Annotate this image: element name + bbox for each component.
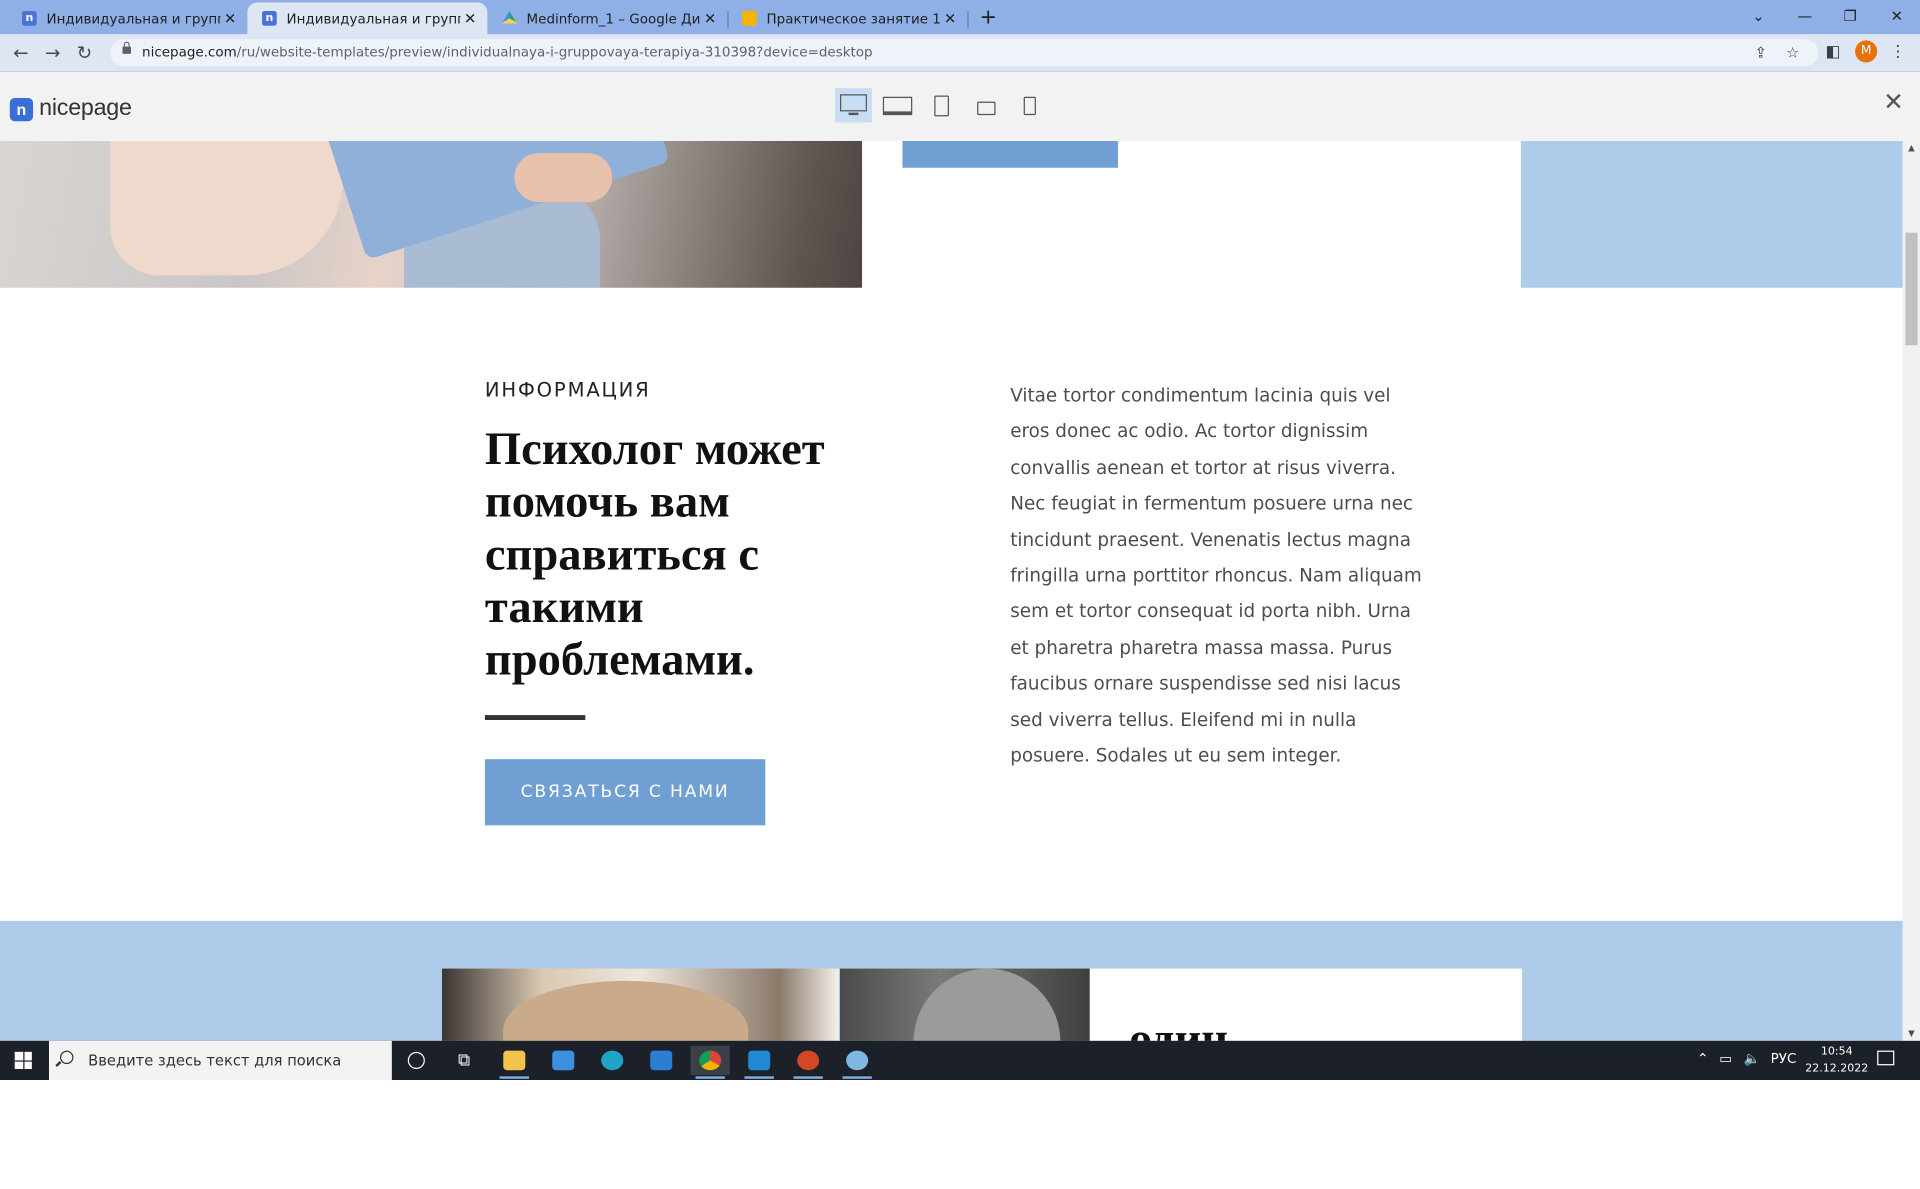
nicepage-favicon-icon: n xyxy=(22,11,37,26)
microsoft-store-icon[interactable] xyxy=(544,1046,583,1075)
bookmark-star-icon[interactable]: ☆ xyxy=(1783,43,1803,63)
browser-tab-active[interactable]: n Индивидуальная и групповая терапия ✕ xyxy=(247,2,488,35)
scroll-up-arrow-icon[interactable]: ▲ xyxy=(1903,143,1920,153)
browser-toolbar: ← → ↻ nicepage.com/ru/website-templates/… xyxy=(0,34,1920,73)
browser-tab[interactable]: n Индивидуальная и групповая терапия ✕ xyxy=(7,2,249,34)
taskbar-search-placeholder: Введите здесь текст для поиска xyxy=(88,1051,342,1069)
man-photo xyxy=(840,968,1090,1041)
preview-header: n nicepage ✕ xyxy=(0,72,1920,141)
forward-arrow-icon[interactable]: → xyxy=(39,39,66,66)
photo-hair-shape xyxy=(913,968,1061,1041)
search-icon xyxy=(60,1050,74,1065)
taskbar-search-box[interactable]: Введите здесь текст для поиска xyxy=(48,1040,392,1081)
windows-taskbar: Введите здесь текст для поиска ⧉ ⌃ ▭ 🔈 Р… xyxy=(0,1040,1920,1081)
tab-title: Индивидуальная и групповая терапия xyxy=(46,10,221,27)
network-icon[interactable]: ▭ xyxy=(1719,1051,1732,1067)
close-tab-icon[interactable]: ✕ xyxy=(700,10,720,27)
nicepage-logo[interactable]: n nicepage xyxy=(9,95,132,123)
browser-tab[interactable]: Medinform_1 – Google Диск ✕ xyxy=(487,2,729,34)
device-laptop-button[interactable] xyxy=(879,88,916,122)
new-tab-button[interactable]: + xyxy=(976,5,1000,29)
close-tab-icon[interactable]: ✕ xyxy=(220,10,240,27)
language-indicator[interactable]: РУС xyxy=(1771,1051,1797,1067)
side-panel-icon[interactable]: ◧ xyxy=(1822,42,1844,64)
desktop-monitor-icon xyxy=(840,94,867,116)
tab-separator xyxy=(967,11,969,29)
device-phone-button[interactable] xyxy=(1016,88,1043,122)
back-arrow-icon[interactable]: ← xyxy=(7,39,34,66)
profile-avatar[interactable]: M xyxy=(1855,40,1878,63)
vscode-icon[interactable] xyxy=(740,1046,779,1079)
minimize-window-icon[interactable]: — xyxy=(1782,0,1829,34)
file-explorer-icon[interactable] xyxy=(495,1046,534,1079)
nicepage-logo-mark: n xyxy=(9,97,34,121)
page-scrollbar[interactable]: ▲ ▼ xyxy=(1902,140,1920,1041)
close-preview-icon[interactable]: ✕ xyxy=(1883,87,1904,116)
nicepage-logo-text: nicepage xyxy=(39,95,132,122)
notifications-icon[interactable] xyxy=(1877,1050,1895,1066)
tablet-landscape-icon xyxy=(976,101,995,115)
google-slides-icon xyxy=(742,11,757,26)
device-tablet-landscape-button[interactable] xyxy=(972,88,999,122)
chrome-icon[interactable] xyxy=(690,1045,730,1079)
scroll-down-arrow-icon[interactable]: ▼ xyxy=(1903,1029,1920,1039)
text-card: один xyxy=(1089,968,1523,1041)
mail-icon[interactable] xyxy=(642,1046,681,1075)
lock-icon[interactable] xyxy=(122,41,132,54)
photo-face-shape xyxy=(503,980,749,1041)
woman-photo xyxy=(442,968,839,1041)
address-bar[interactable]: nicepage.com/ru/website-templates/previe… xyxy=(110,39,1819,67)
tab-title: Практическое занятие 10.pptx - Google Sl… xyxy=(766,10,941,27)
more-menu-icon[interactable]: ⋮ xyxy=(1887,42,1909,64)
reload-icon[interactable]: ↻ xyxy=(71,39,98,66)
device-tablet-button[interactable] xyxy=(928,88,955,122)
url-path: /ru/website-templates/preview/individual… xyxy=(236,44,873,61)
tab-search-chevron-icon[interactable]: ⌄ xyxy=(1735,0,1782,34)
clock-date: 22.12.2022 xyxy=(1805,1062,1869,1076)
restore-window-icon[interactable]: ❐ xyxy=(1827,0,1874,34)
task-view-icon[interactable]: ⧉ xyxy=(444,1046,483,1075)
device-desktop-button[interactable] xyxy=(835,88,872,123)
card-title: один xyxy=(1128,1013,1229,1041)
screen: n Индивидуальная и групповая терапия ✕ n… xyxy=(0,0,1920,1081)
close-tab-icon[interactable]: ✕ xyxy=(940,10,960,27)
close-tab-icon[interactable]: ✕ xyxy=(460,10,480,27)
url-text[interactable]: nicepage.com/ru/website-templates/previe… xyxy=(142,44,873,60)
powerpoint-icon[interactable] xyxy=(789,1046,828,1079)
laptop-icon xyxy=(882,96,913,115)
cortana-icon[interactable] xyxy=(397,1046,436,1075)
browser-tab-strip: n Индивидуальная и групповая терапия ✕ n… xyxy=(0,0,1920,35)
tab-title: Medinform_1 – Google Диск xyxy=(526,10,701,27)
windows-start-icon[interactable] xyxy=(14,1051,32,1069)
show-hidden-icons-chevron-icon[interactable]: ⌃ xyxy=(1697,1051,1708,1067)
tablet-icon xyxy=(934,94,949,116)
share-icon[interactable]: ⇪ xyxy=(1751,43,1771,63)
clock-time: 10:54 xyxy=(1820,1045,1853,1058)
volume-muted-icon[interactable]: 🔈 xyxy=(1744,1051,1761,1067)
taskbar-clock[interactable]: 10:54 22.12.2022 xyxy=(1802,1043,1871,1077)
next-section-clip: один xyxy=(0,141,1903,1041)
browser-tab[interactable]: Практическое занятие 10.pptx - Google Sl… xyxy=(727,2,969,34)
tab-title: Индивидуальная и групповая терапия xyxy=(286,10,461,27)
close-window-icon[interactable]: ✕ xyxy=(1873,0,1920,34)
nicepage-favicon-icon: n xyxy=(262,11,277,26)
google-drive-icon xyxy=(502,11,517,24)
url-host: nicepage.com xyxy=(142,44,237,61)
scrollbar-thumb[interactable] xyxy=(1905,232,1918,346)
edge-browser-icon[interactable] xyxy=(593,1046,632,1075)
paint-icon[interactable] xyxy=(838,1046,877,1079)
phone-icon xyxy=(1023,96,1036,115)
